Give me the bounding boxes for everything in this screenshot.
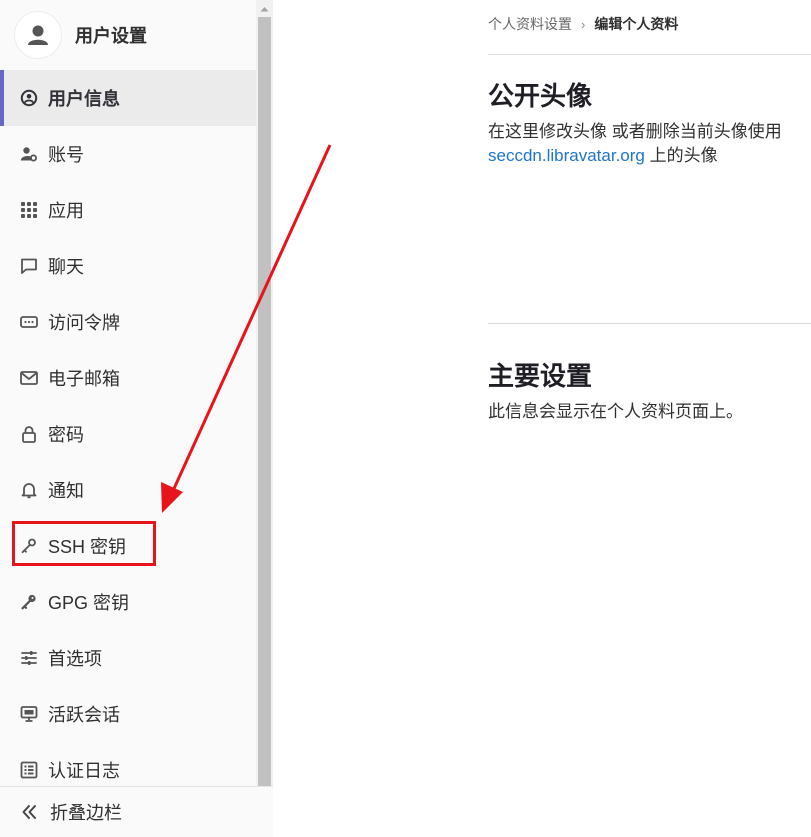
avatar-section-title: 公开头像 <box>488 81 593 111</box>
annotation-highlight-box <box>12 521 156 566</box>
scroll-up-arrow-icon[interactable] <box>256 0 273 17</box>
sidebar-header: 用户设置 <box>0 0 256 70</box>
token-icon <box>20 313 38 331</box>
log-icon <box>20 761 38 779</box>
divider <box>488 54 811 55</box>
avatar[interactable] <box>14 11 62 59</box>
avatar-section-description: 在这里修改头像 或者删除当前头像使用 seccdn.libravatar.org… <box>488 120 808 168</box>
sidebar-item-active-sessions[interactable]: 活跃会话 <box>0 686 256 742</box>
breadcrumb-current: 编辑个人资料 <box>594 16 679 32</box>
sidebar-item-label: 电子邮箱 <box>48 369 120 389</box>
sidebar-item-notifications[interactable]: 通知 <box>0 462 256 518</box>
sidebar-item-label: 聊天 <box>48 257 84 277</box>
sidebar-item-password[interactable]: 密码 <box>0 406 256 462</box>
divider <box>488 323 811 324</box>
sidebar-item-gpg-keys[interactable]: GPG 密钥 <box>0 574 256 630</box>
sidebar-scrollbar[interactable] <box>256 0 273 786</box>
key-icon <box>20 593 38 611</box>
sidebar-item-access-tokens[interactable]: 访问令牌 <box>0 294 256 350</box>
sidebar-item-profile[interactable]: 用户信息 <box>0 70 256 126</box>
profile-icon <box>20 89 38 107</box>
breadcrumb: 个人资料设置 › 编辑个人资料 <box>488 14 678 34</box>
chevron-right-icon: › <box>581 16 586 32</box>
applications-icon <box>20 201 38 219</box>
main-settings-description: 此信息会显示在个人资料页面上。 <box>488 402 743 421</box>
sidebar-item-chat[interactable]: 聊天 <box>0 238 256 294</box>
account-icon <box>20 145 38 163</box>
collapse-sidebar-label: 折叠边栏 <box>50 803 122 823</box>
lock-icon <box>20 425 38 443</box>
sidebar-item-label: 用户信息 <box>48 89 120 109</box>
double-chevron-left-icon <box>20 803 38 821</box>
scrollbar-thumb[interactable] <box>258 17 271 786</box>
sidebar-item-applications[interactable]: 应用 <box>0 182 256 238</box>
sidebar-item-label: 认证日志 <box>48 761 120 781</box>
monitor-icon <box>20 705 38 723</box>
bell-icon <box>20 481 38 499</box>
sidebar-item-label: 访问令牌 <box>48 313 120 333</box>
sidebar-item-label: 账号 <box>48 145 84 165</box>
sidebar-item-label: 活跃会话 <box>48 705 120 725</box>
sidebar-title: 用户设置 <box>75 26 147 46</box>
sidebar-item-label: 密码 <box>48 425 84 445</box>
main-settings-title: 主要设置 <box>488 361 593 391</box>
preferences-icon <box>20 649 38 667</box>
sidebar-item-emails[interactable]: 电子邮箱 <box>0 350 256 406</box>
sidebar: 用户设置 用户信息 账号 应用 聊天 访问令牌 电子邮箱 密码 通知 SSH 密… <box>0 0 256 837</box>
sidebar-item-preferences[interactable]: 首选项 <box>0 630 256 686</box>
collapse-sidebar-button[interactable]: 折叠边栏 <box>0 786 273 837</box>
user-icon <box>28 25 48 45</box>
libravatar-link[interactable]: seccdn.libravatar.org <box>488 146 645 165</box>
sidebar-item-label: GPG 密钥 <box>48 593 130 613</box>
sidebar-item-label: 通知 <box>48 481 84 501</box>
mail-icon <box>20 369 38 387</box>
avatar-desc-suffix: 上的头像 <box>644 146 718 165</box>
breadcrumb-parent[interactable]: 个人资料设置 <box>488 14 572 34</box>
sidebar-item-label: 首选项 <box>48 649 102 669</box>
sidebar-item-account[interactable]: 账号 <box>0 126 256 182</box>
avatar-desc-text: 在这里修改头像 或者删除当前头像使用 <box>488 122 782 141</box>
chat-icon <box>20 257 38 275</box>
sidebar-item-label: 应用 <box>48 201 84 221</box>
